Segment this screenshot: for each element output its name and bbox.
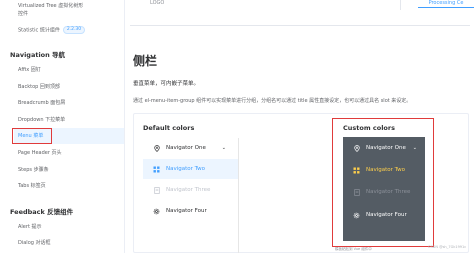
section-description: 垂直菜单，可内嵌子菜单。 bbox=[133, 81, 200, 87]
section-description-detail: 通过 el-menu-item-group 组件可以实现菜单进行分组，分组名可以… bbox=[133, 98, 412, 104]
tab-processing-center[interactable]: Processing Ce bbox=[418, 0, 474, 8]
sidebar-item-breadcrumb[interactable]: Breadcrumb 面包屑 bbox=[18, 100, 65, 107]
document-icon bbox=[153, 186, 160, 194]
sidebar-item-page-header[interactable]: Page Header 页头 bbox=[18, 150, 62, 157]
custom-colors-highlight-box bbox=[332, 118, 434, 247]
sidebar-item-virtualized-tree[interactable]: Virtualized Tree 虚拟化树形 bbox=[18, 3, 83, 10]
menu-item-navigator-one[interactable]: Navigator One ⌄ bbox=[143, 138, 238, 158]
sidebar-item-steps[interactable]: Steps 步骤条 bbox=[18, 167, 49, 174]
top-divider-rule bbox=[130, 25, 470, 26]
sidebar-item-virtualized-tree-2[interactable]: 控件 bbox=[18, 11, 28, 18]
sidebar-item-affix[interactable]: Affix 固钉 bbox=[18, 67, 41, 74]
sidebar: Virtualized Tree 虚拟化树形 控件 Statistic 统计组件… bbox=[0, 0, 125, 253]
menu-item-label: Navigator One bbox=[166, 145, 206, 151]
menu-item-label: Navigator Three bbox=[166, 187, 211, 193]
sidebar-item-dropdown[interactable]: Dropdown 下拉菜单 bbox=[18, 117, 65, 124]
menu-item-navigator-three: Navigator Three bbox=[143, 180, 238, 200]
top-divider bbox=[400, 0, 401, 10]
default-colors-title: Default colors bbox=[143, 124, 195, 132]
menu-default: Navigator One ⌄ Navigator Two Navigator … bbox=[143, 138, 239, 253]
menu-item-navigator-four[interactable]: Navigator Four bbox=[143, 201, 238, 221]
sidebar-highlight-box bbox=[12, 128, 52, 144]
sidebar-item-dialog[interactable]: Dialog 对话框 bbox=[18, 240, 51, 247]
location-icon bbox=[153, 144, 160, 152]
sidebar-group-navigation: Navigation 导航 bbox=[10, 51, 66, 59]
menu-item-navigator-two[interactable]: Navigator Two bbox=[143, 159, 238, 179]
menu-item-label: Navigator Two bbox=[166, 166, 205, 172]
sidebar-item-tabs[interactable]: Tabs 标签页 bbox=[18, 183, 46, 190]
page-title: 侧栏 bbox=[133, 54, 158, 68]
version-badge: 2.2.30 bbox=[62, 26, 86, 34]
sidebar-item-alert[interactable]: Alert 提示 bbox=[18, 224, 42, 231]
menu-item-label: Navigator Four bbox=[166, 208, 207, 214]
sidebar-item-statistic[interactable]: Statistic 统计组件 2.2.30 bbox=[18, 26, 86, 35]
menu-grid-icon bbox=[153, 166, 160, 173]
sidebar-item-backtop[interactable]: Backtop 回到顶部 bbox=[18, 84, 60, 91]
watermark: CSDN @sh_7Gk1991c bbox=[428, 245, 467, 249]
logo-text: LOGO bbox=[150, 0, 165, 6]
sidebar-group-feedback: Feedback 反馈组件 bbox=[10, 208, 74, 216]
chevron-down-icon: ⌄ bbox=[221, 145, 226, 151]
gear-icon bbox=[153, 208, 160, 215]
bottom-hint-text: 模板粘贴到 Vue 组件中 bbox=[335, 247, 372, 251]
